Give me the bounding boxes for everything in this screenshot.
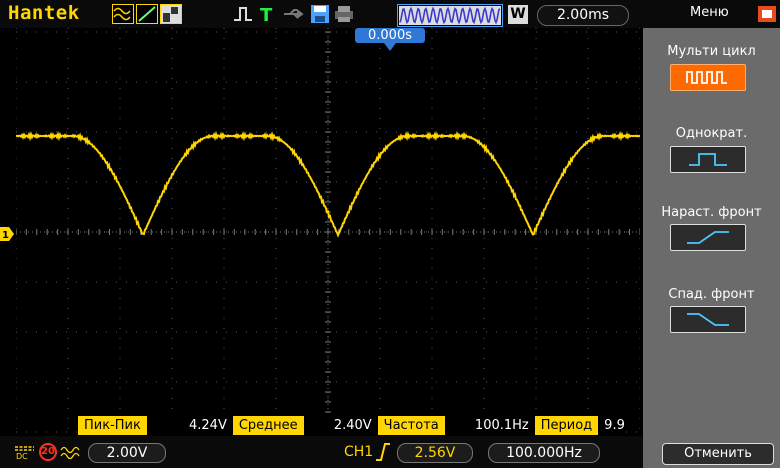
- menu-title: Меню: [690, 5, 729, 20]
- measure-value-frequency: 100.1Hz: [444, 416, 535, 435]
- trigger-position-arrow-icon: [384, 43, 396, 51]
- timebase-mode-indicator: W: [508, 5, 528, 24]
- measurement-bar: Пик-Пик 4.24V Среднее 2.40V Частота 100.…: [78, 416, 625, 435]
- acquire-side-menu: Мульти цикл Однократ. Нараст. фронт Спад…: [643, 28, 780, 468]
- menu-item-multi-cycle-label: Мульти цикл: [667, 44, 756, 59]
- single-pulse-icon: [689, 153, 727, 166]
- menu-item-falling-label: Спад. фронт: [668, 287, 755, 302]
- rising-edge-button[interactable]: [670, 224, 746, 251]
- memory-window-overview[interactable]: [397, 4, 503, 27]
- trigger-position-marker[interactable]: 0.000s: [355, 28, 425, 43]
- top-status-bar: Hantek T W 2.00ms Меню: [0, 0, 780, 28]
- brand-logo: Hantek: [8, 2, 80, 24]
- measure-label-frequency: Частота: [377, 416, 445, 435]
- bandwidth-limit-badge[interactable]: 20: [39, 443, 57, 461]
- falling-edge-icon: [687, 313, 729, 326]
- trigger-frequency-display: 100.000Hz: [488, 443, 600, 463]
- trigger-rising-edge-icon: [376, 443, 390, 461]
- trigger-edge-icon: [234, 7, 252, 21]
- timebase-display[interactable]: 2.00ms: [537, 5, 629, 26]
- measure-value-mean: 2.40V: [303, 416, 378, 435]
- waveform-display[interactable]: [15, 28, 641, 433]
- persistence-icon[interactable]: [160, 4, 182, 24]
- svg-text:DC: DC: [16, 452, 28, 460]
- falling-edge-button[interactable]: [670, 306, 746, 333]
- menu-hand-icon[interactable]: [756, 4, 778, 24]
- multi-cycle-button[interactable]: [670, 64, 746, 91]
- vectors-display-icon[interactable]: [112, 4, 134, 24]
- trigger-status-icon: T: [260, 5, 273, 24]
- memory-wave-icon: [399, 6, 501, 25]
- menu-item-rising-label: Нараст. фронт: [661, 205, 762, 220]
- measure-label-peak: Пик-Пик: [78, 416, 147, 435]
- multi-pulse-icon: [686, 71, 727, 84]
- measure-label-period: Период: [534, 416, 599, 435]
- rising-edge-icon: [687, 231, 729, 244]
- channel1-ground-marker[interactable]: 1: [0, 227, 14, 241]
- volts-per-div-display[interactable]: 2.00V: [88, 443, 166, 463]
- print-icon[interactable]: [333, 4, 355, 24]
- graticule: [15, 28, 641, 433]
- trigger-level-display[interactable]: 2.56V: [397, 443, 473, 463]
- trigger-source-label: CH1: [344, 444, 374, 460]
- measure-value-period: 9.9: [598, 416, 625, 435]
- measure-value-peak: 4.24V: [146, 416, 233, 435]
- svg-text:T: T: [260, 5, 273, 24]
- usb-icon: [284, 9, 304, 19]
- measure-label-mean: Среднее: [232, 416, 304, 435]
- cancel-button[interactable]: Отменить: [662, 443, 774, 465]
- single-button[interactable]: [670, 146, 746, 173]
- ac-wave-icon: [60, 446, 80, 460]
- dc-coupling-icon[interactable]: DC: [14, 444, 36, 460]
- xy-display-icon[interactable]: [136, 4, 158, 24]
- menu-item-single-label: Однократ.: [675, 126, 748, 141]
- svg-text:1: 1: [2, 230, 9, 241]
- save-icon[interactable]: [310, 4, 330, 24]
